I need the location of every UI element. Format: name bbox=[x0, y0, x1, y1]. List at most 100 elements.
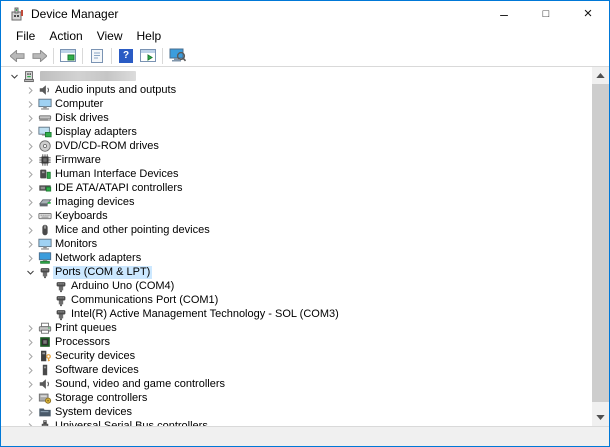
chevron-right-icon[interactable] bbox=[23, 209, 37, 223]
scroll-up-icon[interactable] bbox=[592, 67, 609, 84]
chevron-right-icon[interactable] bbox=[23, 195, 37, 209]
tree-item-firmware[interactable]: Firmware bbox=[1, 153, 592, 167]
chevron-right-icon[interactable] bbox=[23, 181, 37, 195]
tree-item-intel-r-active-management-technology-sol-com3[interactable]: Intel(R) Active Management Technology - … bbox=[1, 307, 592, 321]
menu-help[interactable]: Help bbox=[130, 27, 169, 45]
help-button[interactable]: ? bbox=[115, 47, 137, 65]
device-manager-window: Device Manager – □ × FileActionViewHelp … bbox=[0, 0, 610, 447]
chevron-right-icon[interactable] bbox=[23, 223, 37, 237]
tree-item-label: Human Interface Devices bbox=[53, 168, 181, 181]
device-tree: Audio inputs and outputsComputerDisk dri… bbox=[1, 69, 592, 427]
storage-icon bbox=[37, 391, 53, 405]
status-bar bbox=[1, 427, 609, 446]
chevron-down-icon[interactable] bbox=[7, 69, 21, 83]
action-pane-button[interactable] bbox=[137, 47, 159, 65]
tree-item-sound-video-and-game-controllers[interactable]: Sound, video and game controllers bbox=[1, 377, 592, 391]
port-icon bbox=[53, 293, 69, 307]
menu-file[interactable]: File bbox=[9, 27, 42, 45]
chevron-right-icon[interactable] bbox=[23, 97, 37, 111]
back-button[interactable] bbox=[6, 47, 28, 65]
system-icon bbox=[37, 405, 53, 419]
tree-item-dvd-cd-rom-drives[interactable]: DVD/CD-ROM drives bbox=[1, 139, 592, 153]
tree-item-computer[interactable]: Computer bbox=[1, 97, 592, 111]
security-icon bbox=[37, 349, 53, 363]
console-window-icon bbox=[60, 49, 76, 63]
chevron-right-icon[interactable] bbox=[23, 125, 37, 139]
tree-item-system-devices[interactable]: System devices bbox=[1, 405, 592, 419]
sound-icon bbox=[37, 377, 53, 391]
menu-action[interactable]: Action bbox=[42, 27, 89, 45]
network-icon bbox=[37, 251, 53, 265]
tree-item-arduino-uno-com4[interactable]: Arduino Uno (COM4) bbox=[1, 279, 592, 293]
device-tree-area: Audio inputs and outputsComputerDisk dri… bbox=[1, 67, 609, 427]
computer-icon bbox=[37, 97, 53, 111]
chevron-right-icon[interactable] bbox=[23, 237, 37, 251]
tree-item-label: Security devices bbox=[53, 350, 137, 363]
tree-item-label: Disk drives bbox=[53, 112, 111, 125]
tree-item-label: Mice and other pointing devices bbox=[53, 224, 212, 237]
firmware-icon bbox=[37, 153, 53, 167]
tree-item-display-adapters[interactable]: Display adapters bbox=[1, 125, 592, 139]
chevron-right-icon[interactable] bbox=[23, 405, 37, 419]
chevron-right-icon[interactable] bbox=[23, 153, 37, 167]
chevron-right-icon[interactable] bbox=[23, 83, 37, 97]
chevron-right-icon[interactable] bbox=[23, 391, 37, 405]
maximize-button[interactable]: □ bbox=[525, 1, 567, 26]
tree-item-label: Display adapters bbox=[53, 126, 139, 139]
tree-item-print-queues[interactable]: Print queues bbox=[1, 321, 592, 335]
display-adapter-icon bbox=[37, 125, 53, 139]
tree-item-keyboards[interactable]: Keyboards bbox=[1, 209, 592, 223]
tree-item-processors[interactable]: Processors bbox=[1, 335, 592, 349]
menu-view[interactable]: View bbox=[90, 27, 130, 45]
scan-hardware-button[interactable] bbox=[166, 47, 188, 65]
tree-item-audio-inputs-and-outputs[interactable]: Audio inputs and outputs bbox=[1, 83, 592, 97]
tree-item-label: Network adapters bbox=[53, 252, 143, 265]
tree-item-label: System devices bbox=[53, 406, 134, 419]
port-icon bbox=[53, 307, 69, 321]
tree-item-human-interface-devices[interactable]: Human Interface Devices bbox=[1, 167, 592, 181]
tree-item-disk-drives[interactable]: Disk drives bbox=[1, 111, 592, 125]
tree-item-universal-serial-bus-controllers[interactable]: Universal Serial Bus controllers bbox=[1, 419, 592, 427]
tree-item-ports-com-lpt[interactable]: Ports (COM & LPT) bbox=[1, 265, 592, 279]
chevron-right-icon[interactable] bbox=[23, 377, 37, 391]
ide-icon bbox=[37, 181, 53, 195]
minimize-button[interactable]: – bbox=[483, 1, 525, 26]
tree-item-network-adapters[interactable]: Network adapters bbox=[1, 251, 592, 265]
tree-item-label: Intel(R) Active Management Technology - … bbox=[69, 308, 341, 321]
vertical-scrollbar[interactable] bbox=[592, 67, 609, 426]
close-button[interactable]: × bbox=[567, 1, 609, 26]
monitor-icon bbox=[37, 237, 53, 251]
keyboard-icon bbox=[37, 209, 53, 223]
tree-item-imaging-devices[interactable]: Imaging devices bbox=[1, 195, 592, 209]
chevron-right-icon[interactable] bbox=[23, 167, 37, 181]
chevron-right-icon[interactable] bbox=[23, 419, 37, 427]
tree-item-label: Monitors bbox=[53, 238, 99, 251]
tree-item-ide-ata-atapi-controllers[interactable]: IDE ATA/ATAPI controllers bbox=[1, 181, 592, 195]
help-icon: ? bbox=[119, 49, 133, 63]
scrollbar-thumb[interactable] bbox=[592, 84, 609, 402]
tree-item-mice-and-other-pointing-devices[interactable]: Mice and other pointing devices bbox=[1, 223, 592, 237]
tree-item-storage-controllers[interactable]: Storage controllers bbox=[1, 391, 592, 405]
tree-item-security-devices[interactable]: Security devices bbox=[1, 349, 592, 363]
chevron-right-icon[interactable] bbox=[23, 349, 37, 363]
tree-item-software-devices[interactable]: Software devices bbox=[1, 363, 592, 377]
window-title: Device Manager bbox=[31, 7, 118, 21]
tree-item-root[interactable] bbox=[1, 69, 592, 83]
show-console-tree-button[interactable] bbox=[57, 47, 79, 65]
tree-item-label: Universal Serial Bus controllers bbox=[53, 420, 210, 428]
chevron-down-icon[interactable] bbox=[23, 265, 37, 279]
device-manager-app-icon bbox=[9, 6, 25, 22]
toolbar-separator bbox=[162, 48, 163, 64]
chevron-right-icon[interactable] bbox=[23, 321, 37, 335]
chevron-right-icon[interactable] bbox=[23, 335, 37, 349]
chevron-right-icon[interactable] bbox=[23, 251, 37, 265]
chevron-right-icon[interactable] bbox=[23, 111, 37, 125]
scroll-down-icon[interactable] bbox=[592, 409, 609, 426]
tree-item-communications-port-com1[interactable]: Communications Port (COM1) bbox=[1, 293, 592, 307]
properties-button[interactable] bbox=[86, 47, 108, 65]
chevron-right-icon[interactable] bbox=[23, 139, 37, 153]
chevron-right-icon[interactable] bbox=[23, 363, 37, 377]
forward-button[interactable] bbox=[28, 47, 50, 65]
tree-item-label: Print queues bbox=[53, 322, 119, 335]
tree-item-monitors[interactable]: Monitors bbox=[1, 237, 592, 251]
